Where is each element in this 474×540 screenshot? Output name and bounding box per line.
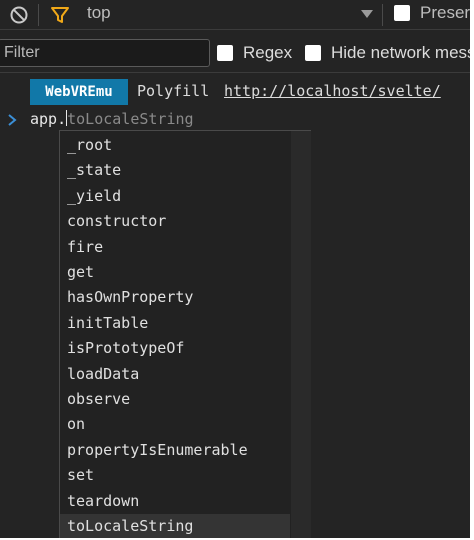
devtools-console: top Preserve log Regex Hide network mess… bbox=[0, 0, 470, 538]
autocomplete-item[interactable]: hasOwnProperty bbox=[60, 285, 290, 310]
console-toolbar: top Preserve log bbox=[0, 0, 470, 30]
autocomplete-item[interactable]: loadData bbox=[60, 362, 290, 387]
regex-label: Regex bbox=[243, 43, 293, 62]
frame-border bbox=[470, 0, 474, 540]
log-badge: WebVREmu bbox=[30, 79, 128, 105]
autocomplete-item[interactable]: _yield bbox=[60, 184, 290, 209]
prompt-suggestion: toLocaleString bbox=[67, 110, 194, 128]
log-message: Polyfill bbox=[137, 82, 210, 100]
prompt-chevron-icon bbox=[8, 114, 17, 126]
preserve-log-checkbox[interactable] bbox=[394, 5, 410, 21]
hide-network-label: Hide network messages bbox=[331, 43, 470, 62]
autocomplete-item[interactable]: observe bbox=[60, 387, 290, 412]
context-selector[interactable]: top bbox=[87, 3, 111, 23]
autocomplete-item[interactable]: _root bbox=[60, 133, 290, 158]
autocomplete-item[interactable]: toLocaleString bbox=[60, 514, 290, 538]
clear-console-icon[interactable] bbox=[8, 4, 30, 26]
autocomplete-item[interactable]: set bbox=[60, 463, 290, 488]
autocomplete-item[interactable]: on bbox=[60, 412, 290, 437]
preserve-log-label: Preserve log bbox=[420, 3, 470, 22]
regex-checkbox[interactable] bbox=[217, 45, 233, 61]
filter-input[interactable] bbox=[0, 39, 210, 67]
filter-icon[interactable] bbox=[49, 4, 71, 26]
console-prompt-input[interactable]: app.toLocaleString bbox=[30, 110, 194, 128]
autocomplete-popup: _root _state _yield constructor fire get hasOw… bbox=[59, 130, 311, 538]
toolbar-divider bbox=[38, 4, 39, 26]
autocomplete-item[interactable]: isPrototypeOf bbox=[60, 336, 290, 361]
autocomplete-scrollbar[interactable] bbox=[291, 131, 311, 538]
autocomplete-item[interactable]: propertyIsEnumerable bbox=[60, 438, 290, 463]
autocomplete-item[interactable]: constructor bbox=[60, 209, 290, 234]
autocomplete-item[interactable]: _state bbox=[60, 158, 290, 183]
hide-network-checkbox[interactable] bbox=[305, 45, 321, 61]
dropdown-arrow-icon[interactable] bbox=[358, 6, 376, 22]
autocomplete-item[interactable]: fire bbox=[60, 235, 290, 260]
autocomplete-item[interactable]: teardown bbox=[60, 489, 290, 514]
toolbar-divider bbox=[382, 4, 383, 26]
autocomplete-item[interactable]: get bbox=[60, 260, 290, 285]
filter-bar: Regex Hide network messages bbox=[0, 31, 470, 73]
prompt-typed-text: app. bbox=[30, 110, 67, 128]
autocomplete-item[interactable]: initTable bbox=[60, 311, 290, 336]
log-source-link[interactable]: http://localhost/svelte/ bbox=[224, 82, 441, 100]
